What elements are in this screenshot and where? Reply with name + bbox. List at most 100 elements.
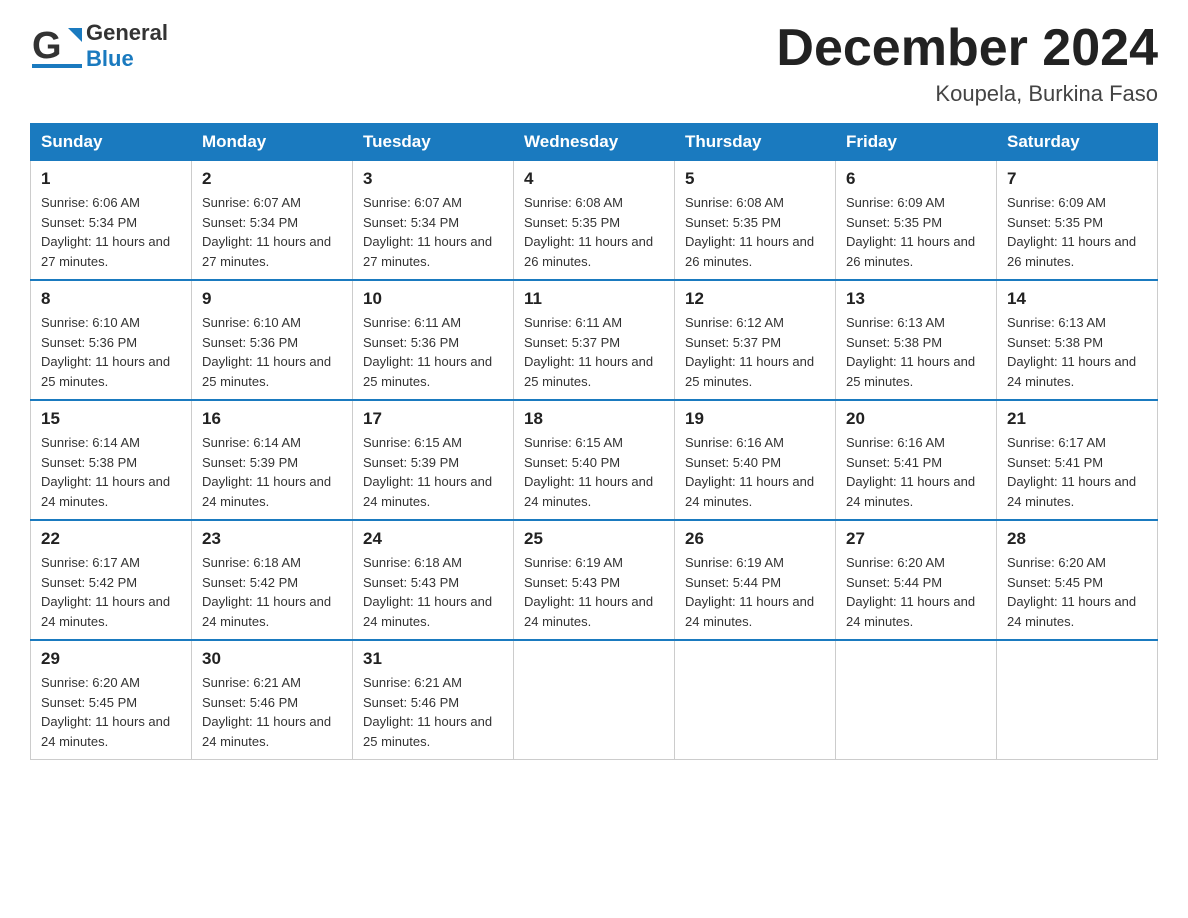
col-header-saturday: Saturday bbox=[997, 124, 1158, 161]
day-number: 31 bbox=[363, 649, 503, 669]
calendar-cell: 23 Sunrise: 6:18 AM Sunset: 5:42 PM Dayl… bbox=[192, 520, 353, 640]
week-row-3: 15 Sunrise: 6:14 AM Sunset: 5:38 PM Dayl… bbox=[31, 400, 1158, 520]
day-number: 18 bbox=[524, 409, 664, 429]
day-info: Sunrise: 6:08 AM Sunset: 5:35 PM Dayligh… bbox=[524, 193, 664, 271]
day-number: 20 bbox=[846, 409, 986, 429]
calendar-cell: 14 Sunrise: 6:13 AM Sunset: 5:38 PM Dayl… bbox=[997, 280, 1158, 400]
day-number: 19 bbox=[685, 409, 825, 429]
day-info: Sunrise: 6:10 AM Sunset: 5:36 PM Dayligh… bbox=[41, 313, 181, 391]
day-number: 6 bbox=[846, 169, 986, 189]
calendar-cell: 29 Sunrise: 6:20 AM Sunset: 5:45 PM Dayl… bbox=[31, 640, 192, 760]
col-header-tuesday: Tuesday bbox=[353, 124, 514, 161]
day-number: 11 bbox=[524, 289, 664, 309]
calendar-cell: 10 Sunrise: 6:11 AM Sunset: 5:36 PM Dayl… bbox=[353, 280, 514, 400]
calendar-cell: 21 Sunrise: 6:17 AM Sunset: 5:41 PM Dayl… bbox=[997, 400, 1158, 520]
calendar-cell bbox=[514, 640, 675, 760]
day-number: 12 bbox=[685, 289, 825, 309]
day-info: Sunrise: 6:06 AM Sunset: 5:34 PM Dayligh… bbox=[41, 193, 181, 271]
day-number: 7 bbox=[1007, 169, 1147, 189]
calendar-cell: 20 Sunrise: 6:16 AM Sunset: 5:41 PM Dayl… bbox=[836, 400, 997, 520]
day-info: Sunrise: 6:15 AM Sunset: 5:40 PM Dayligh… bbox=[524, 433, 664, 511]
calendar-cell: 1 Sunrise: 6:06 AM Sunset: 5:34 PM Dayli… bbox=[31, 161, 192, 281]
day-number: 10 bbox=[363, 289, 503, 309]
day-info: Sunrise: 6:20 AM Sunset: 5:44 PM Dayligh… bbox=[846, 553, 986, 631]
day-info: Sunrise: 6:21 AM Sunset: 5:46 PM Dayligh… bbox=[202, 673, 342, 751]
day-number: 26 bbox=[685, 529, 825, 549]
calendar-cell bbox=[836, 640, 997, 760]
day-number: 8 bbox=[41, 289, 181, 309]
day-info: Sunrise: 6:13 AM Sunset: 5:38 PM Dayligh… bbox=[846, 313, 986, 391]
col-header-friday: Friday bbox=[836, 124, 997, 161]
day-info: Sunrise: 6:13 AM Sunset: 5:38 PM Dayligh… bbox=[1007, 313, 1147, 391]
day-number: 9 bbox=[202, 289, 342, 309]
title-block: December 2024 Koupela, Burkina Faso bbox=[776, 20, 1158, 107]
logo-text: General bbox=[86, 20, 168, 46]
calendar-cell: 27 Sunrise: 6:20 AM Sunset: 5:44 PM Dayl… bbox=[836, 520, 997, 640]
day-number: 27 bbox=[846, 529, 986, 549]
day-number: 30 bbox=[202, 649, 342, 669]
day-number: 17 bbox=[363, 409, 503, 429]
col-header-monday: Monday bbox=[192, 124, 353, 161]
calendar-cell: 19 Sunrise: 6:16 AM Sunset: 5:40 PM Dayl… bbox=[675, 400, 836, 520]
day-info: Sunrise: 6:07 AM Sunset: 5:34 PM Dayligh… bbox=[202, 193, 342, 271]
day-info: Sunrise: 6:07 AM Sunset: 5:34 PM Dayligh… bbox=[363, 193, 503, 271]
calendar-cell: 17 Sunrise: 6:15 AM Sunset: 5:39 PM Dayl… bbox=[353, 400, 514, 520]
calendar-header-row: SundayMondayTuesdayWednesdayThursdayFrid… bbox=[31, 124, 1158, 161]
month-title: December 2024 bbox=[776, 20, 1158, 77]
day-info: Sunrise: 6:19 AM Sunset: 5:44 PM Dayligh… bbox=[685, 553, 825, 631]
day-info: Sunrise: 6:11 AM Sunset: 5:37 PM Dayligh… bbox=[524, 313, 664, 391]
calendar-cell: 18 Sunrise: 6:15 AM Sunset: 5:40 PM Dayl… bbox=[514, 400, 675, 520]
calendar-cell bbox=[997, 640, 1158, 760]
calendar-cell: 6 Sunrise: 6:09 AM Sunset: 5:35 PM Dayli… bbox=[836, 161, 997, 281]
day-number: 23 bbox=[202, 529, 342, 549]
calendar-cell: 4 Sunrise: 6:08 AM Sunset: 5:35 PM Dayli… bbox=[514, 161, 675, 281]
calendar-cell: 3 Sunrise: 6:07 AM Sunset: 5:34 PM Dayli… bbox=[353, 161, 514, 281]
day-info: Sunrise: 6:16 AM Sunset: 5:40 PM Dayligh… bbox=[685, 433, 825, 511]
svg-text:G: G bbox=[32, 25, 62, 67]
calendar-cell: 28 Sunrise: 6:20 AM Sunset: 5:45 PM Dayl… bbox=[997, 520, 1158, 640]
day-info: Sunrise: 6:10 AM Sunset: 5:36 PM Dayligh… bbox=[202, 313, 342, 391]
calendar-cell: 31 Sunrise: 6:21 AM Sunset: 5:46 PM Dayl… bbox=[353, 640, 514, 760]
calendar-cell: 2 Sunrise: 6:07 AM Sunset: 5:34 PM Dayli… bbox=[192, 161, 353, 281]
day-info: Sunrise: 6:17 AM Sunset: 5:42 PM Dayligh… bbox=[41, 553, 181, 631]
calendar-cell bbox=[675, 640, 836, 760]
col-header-wednesday: Wednesday bbox=[514, 124, 675, 161]
day-number: 4 bbox=[524, 169, 664, 189]
logo: G General Blue bbox=[30, 20, 168, 72]
logo-blue: Blue bbox=[86, 46, 168, 72]
day-number: 1 bbox=[41, 169, 181, 189]
day-info: Sunrise: 6:15 AM Sunset: 5:39 PM Dayligh… bbox=[363, 433, 503, 511]
day-info: Sunrise: 6:18 AM Sunset: 5:42 PM Dayligh… bbox=[202, 553, 342, 631]
calendar-cell: 24 Sunrise: 6:18 AM Sunset: 5:43 PM Dayl… bbox=[353, 520, 514, 640]
week-row-5: 29 Sunrise: 6:20 AM Sunset: 5:45 PM Dayl… bbox=[31, 640, 1158, 760]
day-info: Sunrise: 6:14 AM Sunset: 5:38 PM Dayligh… bbox=[41, 433, 181, 511]
day-info: Sunrise: 6:14 AM Sunset: 5:39 PM Dayligh… bbox=[202, 433, 342, 511]
calendar-cell: 30 Sunrise: 6:21 AM Sunset: 5:46 PM Dayl… bbox=[192, 640, 353, 760]
day-info: Sunrise: 6:20 AM Sunset: 5:45 PM Dayligh… bbox=[1007, 553, 1147, 631]
day-number: 2 bbox=[202, 169, 342, 189]
day-number: 3 bbox=[363, 169, 503, 189]
day-number: 16 bbox=[202, 409, 342, 429]
day-info: Sunrise: 6:11 AM Sunset: 5:36 PM Dayligh… bbox=[363, 313, 503, 391]
day-number: 25 bbox=[524, 529, 664, 549]
day-number: 24 bbox=[363, 529, 503, 549]
day-info: Sunrise: 6:17 AM Sunset: 5:41 PM Dayligh… bbox=[1007, 433, 1147, 511]
calendar-cell: 8 Sunrise: 6:10 AM Sunset: 5:36 PM Dayli… bbox=[31, 280, 192, 400]
calendar-cell: 26 Sunrise: 6:19 AM Sunset: 5:44 PM Dayl… bbox=[675, 520, 836, 640]
calendar-cell: 25 Sunrise: 6:19 AM Sunset: 5:43 PM Dayl… bbox=[514, 520, 675, 640]
day-number: 15 bbox=[41, 409, 181, 429]
day-number: 14 bbox=[1007, 289, 1147, 309]
calendar-cell: 12 Sunrise: 6:12 AM Sunset: 5:37 PM Dayl… bbox=[675, 280, 836, 400]
calendar-cell: 16 Sunrise: 6:14 AM Sunset: 5:39 PM Dayl… bbox=[192, 400, 353, 520]
day-info: Sunrise: 6:18 AM Sunset: 5:43 PM Dayligh… bbox=[363, 553, 503, 631]
day-info: Sunrise: 6:12 AM Sunset: 5:37 PM Dayligh… bbox=[685, 313, 825, 391]
day-info: Sunrise: 6:19 AM Sunset: 5:43 PM Dayligh… bbox=[524, 553, 664, 631]
col-header-sunday: Sunday bbox=[31, 124, 192, 161]
calendar-cell: 11 Sunrise: 6:11 AM Sunset: 5:37 PM Dayl… bbox=[514, 280, 675, 400]
day-number: 13 bbox=[846, 289, 986, 309]
calendar-table: SundayMondayTuesdayWednesdayThursdayFrid… bbox=[30, 123, 1158, 760]
calendar-cell: 15 Sunrise: 6:14 AM Sunset: 5:38 PM Dayl… bbox=[31, 400, 192, 520]
day-info: Sunrise: 6:20 AM Sunset: 5:45 PM Dayligh… bbox=[41, 673, 181, 751]
day-info: Sunrise: 6:08 AM Sunset: 5:35 PM Dayligh… bbox=[685, 193, 825, 271]
day-number: 21 bbox=[1007, 409, 1147, 429]
